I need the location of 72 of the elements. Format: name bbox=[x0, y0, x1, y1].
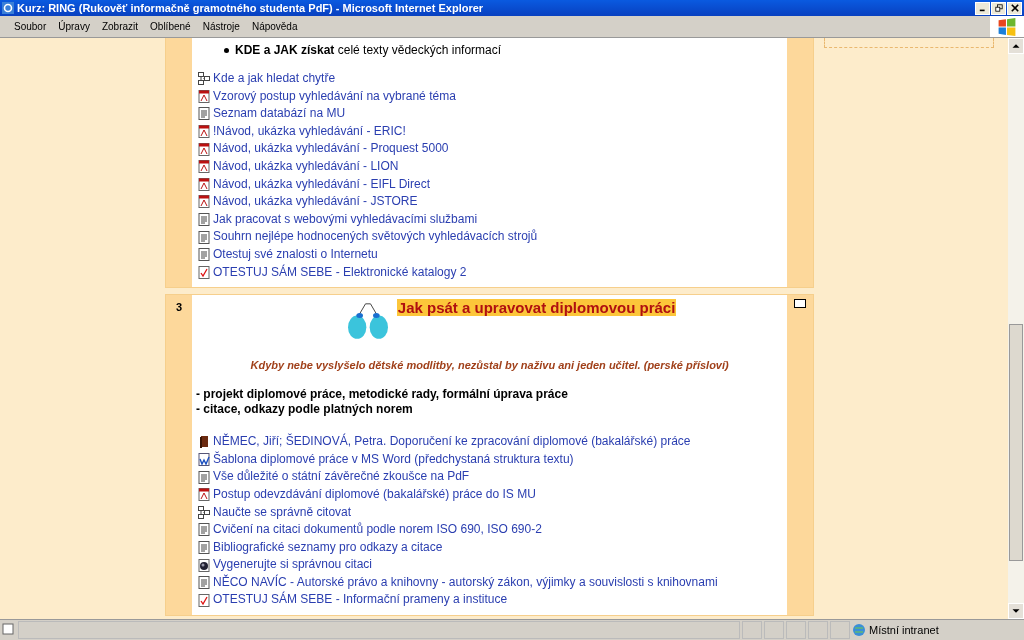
resource-link[interactable]: Návod, ukázka vyhledávání - LION bbox=[213, 157, 399, 176]
pdf-file-icon bbox=[198, 177, 210, 191]
checkmark-icon bbox=[198, 593, 210, 607]
resource-link[interactable]: Šablona diplomové práce v MS Word (předchystaná struktura textu) bbox=[213, 450, 574, 469]
menu-item[interactable]: Oblíbené bbox=[144, 21, 197, 32]
resource-link[interactable]: !Návod, ukázka vyhledávání - ERIC! bbox=[213, 122, 406, 141]
resource-link[interactable]: Návod, ukázka vyhledávání - JSTORE bbox=[213, 193, 418, 211]
resource-link[interactable]: Cvičení na citaci dokumentů podle norem ISO 690, ISO 690-2 bbox=[213, 521, 542, 539]
resource-link[interactable]: Návod, ukázka vyhledávání - Proquest 5000 bbox=[213, 140, 449, 158]
network-globe-icon bbox=[852, 623, 866, 637]
resource-link[interactable]: OTESTUJ SÁM SEBE - Elektronické katalogy 2 bbox=[213, 263, 467, 282]
resource-link[interactable]: Bibliografické seznamy pro odkazy a citace bbox=[213, 538, 443, 557]
square-icon[interactable] bbox=[794, 299, 807, 310]
menu-item[interactable]: Úpravy bbox=[52, 21, 96, 32]
document-icon bbox=[198, 230, 210, 244]
menu-item[interactable]: Zobrazit bbox=[95, 21, 145, 32]
document-icon bbox=[198, 213, 210, 227]
window-title: Kurz: RING (Rukověť informačně gramotného studenta PdF) - Microsoft Internet Explorer bbox=[17, 2, 485, 14]
menu-item[interactable]: Nástroje bbox=[196, 21, 246, 32]
document-icon bbox=[198, 541, 210, 554]
resource-link[interactable]: Vygenerujte si správnou citaci bbox=[213, 556, 372, 574]
security-zone-text: Místní intranet bbox=[869, 624, 939, 636]
outline-icon bbox=[198, 72, 210, 86]
browser-icon bbox=[2, 2, 14, 14]
pdf-file-icon bbox=[198, 125, 210, 139]
pdf-file-icon bbox=[198, 89, 210, 103]
bullet-text: KDE a JAK získat celé texty vědeckých informací bbox=[235, 43, 502, 58]
resource-link[interactable]: Souhrn nejlépe hodnocených světových vyhledávacích strojů bbox=[213, 228, 538, 246]
windows-logo-icon bbox=[990, 16, 1024, 37]
globe-icon bbox=[198, 558, 210, 572]
document-icon bbox=[198, 523, 210, 537]
menu-item[interactable]: Soubor bbox=[8, 21, 53, 32]
quote-text: Kdyby nebe vyslyšelo dětské modlitby, nezůstal by naživu ani jeden učitel. (perské přísloví) bbox=[249, 359, 730, 372]
checkmark-icon bbox=[198, 265, 210, 279]
pdf-file-icon bbox=[198, 142, 210, 156]
resource-link[interactable]: Návod, ukázka vyhledávání - EIFL Direct bbox=[213, 175, 430, 194]
scrollbar-thumb[interactable] bbox=[1009, 324, 1023, 561]
menu-item[interactable]: Nápověda bbox=[245, 21, 304, 32]
resource-link[interactable]: NĚCO NAVÍC - Autorské právo a knihovny - autorský zákon, výjimky a souvislosti s knihovnami bbox=[213, 573, 718, 592]
book-icon bbox=[198, 435, 210, 449]
resource-link[interactable]: NĚMEC, Jiří; ŠEDINOVÁ, Petra. Doporučení ke zpracování diplomové (bakalářské) práce bbox=[213, 433, 691, 451]
section-title: Jak psát a upravovat diplomovou práci bbox=[396, 299, 677, 317]
page-icon bbox=[2, 623, 14, 635]
resource-link[interactable]: OTESTUJ SÁM SEBE - Informační prameny a instituce bbox=[213, 591, 508, 610]
document-icon bbox=[198, 470, 210, 484]
minimize-button[interactable] bbox=[975, 1, 990, 15]
pdf-file-icon bbox=[198, 160, 210, 174]
resource-link[interactable]: Vzorový postup vyhledávání na vybrané téma bbox=[213, 87, 456, 106]
close-button[interactable] bbox=[1007, 1, 1022, 15]
topic-text: - projekt diplomové práce, metodické rady, formální úprava práce bbox=[196, 387, 569, 403]
resource-link[interactable]: Seznam databází na MU bbox=[213, 105, 346, 123]
document-icon bbox=[198, 576, 210, 590]
restore-button[interactable] bbox=[991, 1, 1006, 15]
resource-link[interactable]: Naučte se správně citovat bbox=[213, 503, 352, 522]
bullet-icon bbox=[224, 48, 229, 53]
pdf-file-icon bbox=[198, 488, 210, 502]
document-icon bbox=[198, 248, 210, 262]
section-number: 3 bbox=[174, 301, 184, 314]
resource-link[interactable]: Otestuj své znalosti o Internetu bbox=[213, 245, 378, 264]
word-document-icon bbox=[198, 453, 210, 466]
close-icon bbox=[1010, 4, 1019, 12]
document-icon bbox=[198, 107, 210, 121]
resource-link[interactable]: Jak pracovat s webovými vyhledávacími službami bbox=[213, 210, 478, 229]
topic-text: - citace, odkazy podle platných norem bbox=[196, 402, 414, 418]
scroll-up-icon[interactable] bbox=[1008, 38, 1024, 54]
outline-icon bbox=[198, 505, 210, 519]
resource-link[interactable]: Vše důležité o státní závěrečné zkoušce na PdF bbox=[213, 468, 470, 486]
scroll-down-icon[interactable] bbox=[1008, 603, 1024, 619]
restore-icon bbox=[994, 4, 1003, 12]
resource-link[interactable]: Kde a jak hledat chytře bbox=[213, 70, 336, 88]
resource-link[interactable]: Postup odevzdávání diplomové (bakalářské) práce do IS MU bbox=[213, 485, 536, 504]
pdf-file-icon bbox=[198, 195, 210, 209]
